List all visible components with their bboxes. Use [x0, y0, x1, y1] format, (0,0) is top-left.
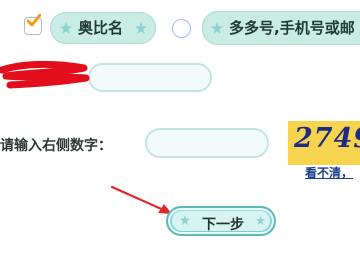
star-icon [180, 215, 190, 225]
captcha-input[interactable] [145, 128, 269, 158]
captcha-image: 2749 [288, 121, 360, 165]
aobi-name-checkbox[interactable] [24, 14, 42, 35]
account-input[interactable] [88, 63, 212, 92]
checkmark-icon [27, 14, 41, 27]
next-button[interactable]: 下一步 [166, 206, 276, 236]
star-icon [211, 22, 223, 34]
next-button-label: 下一步 [202, 217, 244, 233]
captcha-refresh-link[interactable]: 看不清， [305, 164, 353, 181]
redaction-scribble [0, 60, 90, 89]
other-account-label: 多多号,手机号或邮 [229, 19, 355, 37]
next-button-face: 下一步 [172, 211, 270, 233]
other-account-radio[interactable] [172, 19, 191, 38]
aobi-name-option[interactable]: 奥比名 [50, 12, 156, 44]
other-account-option[interactable]: 多多号,手机号或邮 [202, 11, 360, 45]
star-icon [256, 216, 265, 225]
aobi-name-label: 奥比名 [78, 19, 124, 37]
star-icon [135, 22, 147, 34]
star-icon [60, 22, 72, 34]
captcha-image-text: 2749 [294, 123, 360, 154]
captcha-label: 请输入右侧数字： [0, 138, 112, 154]
